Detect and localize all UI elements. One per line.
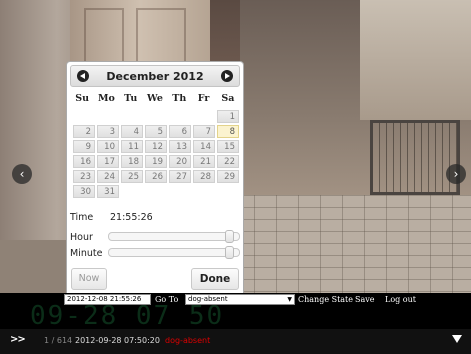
day-cell[interactable]: 30	[73, 185, 95, 198]
minute-slider-handle[interactable]	[225, 246, 234, 259]
datetime-input[interactable]: 2012-12-08 21:55:26	[64, 294, 151, 305]
change-state-button[interactable]: Change State	[298, 295, 353, 304]
time-value: 21:55:26	[110, 212, 153, 223]
datepicker: December 2012 Su Mo Tu We Th Fr Sa 1 2 3 4 5 6 7 8 9 10…	[66, 61, 244, 293]
datepicker-header: December 2012	[70, 65, 240, 87]
minute-slider[interactable]	[108, 246, 240, 259]
chevron-left-icon[interactable]: ‹	[12, 164, 32, 184]
frame-timestamp: 2012-09-28 07:50:20	[75, 336, 160, 345]
save-button[interactable]: Save	[355, 295, 375, 304]
empty-day-cell	[121, 110, 143, 123]
goto-button[interactable]: Go To	[155, 295, 178, 304]
weekday-label: Sa	[221, 93, 235, 104]
calendar-grid: 1 2 3 4 5 6 7 8 9 10 11 12 13 14 15 16 17 18 19 20 21 22 23 24 2…	[72, 109, 240, 199]
empty-day-cell	[193, 110, 215, 123]
day-cell[interactable]: 10	[97, 140, 119, 153]
minute-label: Minute	[70, 248, 103, 259]
day-cell[interactable]: 21	[193, 155, 215, 168]
weekday-label: We	[147, 93, 163, 104]
control-bar: 09-28 07 50 2012-12-08 21:55:26 Go To do…	[0, 293, 471, 329]
hour-label: Hour	[70, 232, 93, 243]
hour-slider[interactable]	[108, 230, 240, 243]
day-cell[interactable]: 29	[217, 170, 239, 183]
day-cell[interactable]: 17	[97, 155, 119, 168]
day-cell[interactable]: 16	[73, 155, 95, 168]
day-cell[interactable]: 31	[97, 185, 119, 198]
prev-month-icon[interactable]	[77, 70, 89, 82]
now-button[interactable]: Now	[71, 268, 107, 290]
day-cell[interactable]: 20	[169, 155, 191, 168]
day-cell[interactable]: 5	[145, 125, 167, 138]
state-select[interactable]: dog-absent ▼	[185, 294, 295, 305]
weekday-label: Tu	[124, 93, 138, 104]
day-cell[interactable]: 4	[121, 125, 143, 138]
day-cell[interactable]: 6	[169, 125, 191, 138]
day-cell[interactable]: 26	[145, 170, 167, 183]
day-cell[interactable]: 11	[121, 140, 143, 153]
empty-day-cell	[73, 110, 95, 123]
day-cell[interactable]: 15	[217, 140, 239, 153]
dog-crate	[370, 120, 460, 195]
day-cell[interactable]: 3	[97, 125, 119, 138]
control-row: 2012-12-08 21:55:26 Go To dog-absent ▼ C…	[0, 293, 471, 307]
empty-day-cell	[97, 110, 119, 123]
next-month-icon[interactable]	[221, 70, 233, 82]
day-cell[interactable]: 27	[169, 170, 191, 183]
month-title: December 2012	[106, 70, 204, 83]
day-cell[interactable]: 12	[145, 140, 167, 153]
day-cell[interactable]: 25	[121, 170, 143, 183]
weekday-label: Fr	[197, 93, 210, 104]
cabinet	[360, 0, 471, 120]
datepicker-footer: Now Done	[67, 265, 243, 294]
door-panel	[136, 8, 186, 68]
day-cell[interactable]: 8	[217, 125, 239, 138]
weekday-label: Su	[75, 93, 90, 104]
day-cell[interactable]: 23	[73, 170, 95, 183]
caret-down-icon: ▼	[287, 296, 292, 303]
empty-day-cell	[169, 110, 191, 123]
state-select-value: dog-absent	[188, 295, 228, 303]
weekday-label: Th	[172, 93, 187, 104]
time-label: Time	[70, 212, 94, 223]
day-cell[interactable]: 28	[193, 170, 215, 183]
day-cell[interactable]: 14	[193, 140, 215, 153]
weekday-label: Mo	[97, 93, 115, 104]
status-bar: >> 1 / 614 2012-09-28 07:50:20 dog-absen…	[0, 329, 471, 354]
hour-slider-handle[interactable]	[225, 230, 234, 243]
frame-counter: 1 / 614	[44, 336, 73, 345]
day-cell[interactable]: 24	[97, 170, 119, 183]
day-cell[interactable]: 9	[73, 140, 95, 153]
logout-button[interactable]: Log out	[385, 295, 416, 304]
day-cell[interactable]: 13	[169, 140, 191, 153]
day-cell[interactable]: 18	[121, 155, 143, 168]
state-tag: dog-absent	[165, 336, 211, 345]
day-cell[interactable]: 1	[217, 110, 239, 123]
fast-forward-icon[interactable]: >>	[10, 334, 26, 345]
empty-day-cell	[145, 110, 167, 123]
day-cell[interactable]: 7	[193, 125, 215, 138]
day-cell[interactable]: 19	[145, 155, 167, 168]
door-panel	[84, 8, 124, 68]
day-cell[interactable]: 22	[217, 155, 239, 168]
tiled-floor	[210, 195, 471, 293]
day-cell[interactable]: 2	[73, 125, 95, 138]
triangle-down-icon[interactable]	[452, 335, 462, 343]
weekday-header: Su Mo Tu We Th Fr Sa	[70, 93, 240, 104]
chevron-right-icon[interactable]: ›	[446, 164, 466, 184]
done-button[interactable]: Done	[191, 268, 239, 290]
